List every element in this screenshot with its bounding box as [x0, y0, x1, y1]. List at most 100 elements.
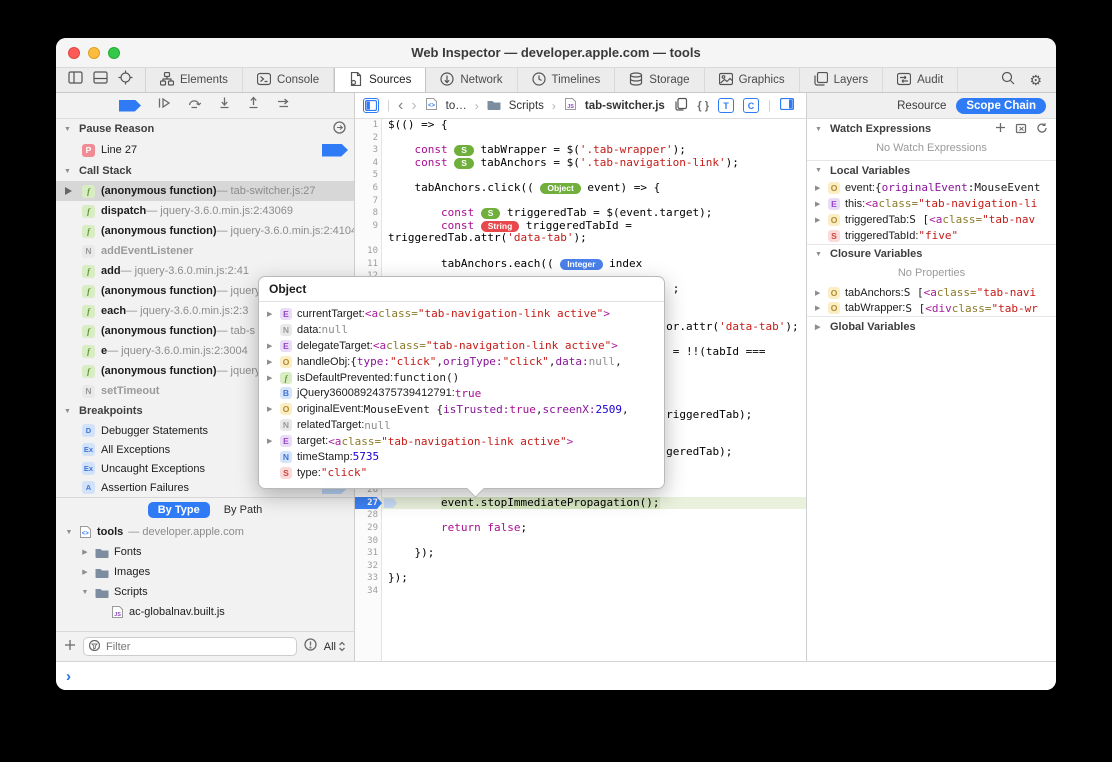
forward-button[interactable]: ›	[411, 97, 416, 114]
local-variable-row[interactable]: StriggeredTabId: "five"	[807, 228, 1056, 244]
code-line[interactable]: 31 });	[355, 547, 806, 560]
code-line[interactable]: 2	[355, 132, 806, 145]
code-line[interactable]: 10	[355, 245, 806, 258]
object-property-row[interactable]: Stype: "click"	[267, 465, 656, 481]
line-number[interactable]: 5	[355, 169, 382, 182]
object-property-row[interactable]: NrelatedTarget: null	[267, 417, 656, 433]
tab-console[interactable]: Console	[243, 68, 335, 92]
line-number[interactable]: 28	[355, 509, 382, 522]
disclosure-triangle-icon[interactable]: ▶	[267, 405, 280, 413]
local-variables-header[interactable]: ▼ Local Variables	[807, 160, 1056, 180]
breakpoint-flag-icon[interactable]	[322, 143, 348, 157]
disclosure-triangle-icon[interactable]: ▶	[815, 289, 828, 297]
object-property-row[interactable]: ▶ OhandleObj: {type: "click", origType: "…	[267, 354, 656, 370]
line-number[interactable]: 31	[355, 547, 382, 560]
line-number[interactable]: 34	[355, 585, 382, 598]
step-over-icon[interactable]	[187, 96, 202, 115]
breadcrumb-file[interactable]: tab-switcher.js	[585, 100, 665, 112]
tab-timelines[interactable]: Timelines	[518, 68, 616, 92]
tab-graphics[interactable]: Graphics	[705, 68, 800, 92]
resource-tree-item-tools[interactable]: ▼ <> tools — developer.apple.com	[56, 522, 354, 542]
step-out-icon[interactable]	[247, 96, 260, 115]
code-line[interactable]: 8 const S triggeredTab = $(event.target)…	[355, 207, 806, 220]
line-number[interactable]: 27	[355, 496, 382, 510]
disclosure-triangle-icon[interactable]: ▼	[80, 589, 90, 596]
closure-variable-row[interactable]: ▶ OtabWrapper: S [<div class= "tab-wr	[807, 300, 1056, 316]
local-variable-row[interactable]: ▶ Oevent: {originalEvent: MouseEvent	[807, 180, 1056, 196]
disclosure-triangle-icon[interactable]: ▶	[80, 548, 90, 556]
local-variable-row[interactable]: ▶ Ethis: <a class= "tab-navigation-li	[807, 196, 1056, 212]
tab-network[interactable]: Network	[426, 68, 518, 92]
object-property-row[interactable]: NtimeStamp: 5735	[267, 449, 656, 465]
disclosure-triangle-icon[interactable]: ▶	[815, 184, 828, 192]
resource-tree-item-images[interactable]: ▶ Images	[56, 562, 354, 582]
disclosure-triangle-icon[interactable]: ▶	[815, 304, 828, 312]
closure-variables-header[interactable]: ▼ Closure Variables	[807, 243, 1056, 264]
refresh-watch-icon[interactable]	[1036, 122, 1048, 137]
toggle-left-sidebar-icon[interactable]	[363, 98, 379, 113]
call-stack-header[interactable]: ▼ Call Stack	[56, 161, 354, 181]
code-line[interactable]: 7	[355, 195, 806, 208]
disclosure-triangle-icon[interactable]: ▼	[64, 529, 74, 536]
code-line[interactable]: 32	[355, 560, 806, 573]
tab-layers[interactable]: Layers	[800, 68, 884, 92]
pause-reason-row[interactable]: P Line 27	[56, 139, 354, 161]
watch-expressions-header[interactable]: ▼ Watch Expressions	[807, 119, 1056, 139]
dock-side-icon[interactable]	[68, 71, 83, 89]
code-line[interactable]: 30	[355, 535, 806, 548]
by-path-button[interactable]: By Path	[224, 504, 263, 516]
disclosure-triangle-icon[interactable]: ▶	[267, 342, 280, 350]
add-watch-icon[interactable]	[995, 122, 1006, 136]
code-line[interactable]: 4 const S tabAnchors = $('.tab-navigatio…	[355, 157, 806, 170]
object-property-row[interactable]: Ndata: null	[267, 322, 656, 338]
call-stack-frame[interactable]: NaddEventListener	[56, 241, 354, 261]
breadcrumb-page[interactable]: to…	[446, 100, 467, 112]
tab-scope-chain[interactable]: Scope Chain	[956, 97, 1046, 114]
settings-gear-icon[interactable]: ⚙	[1029, 73, 1042, 87]
object-property-row[interactable]: ▶ OoriginalEvent: MouseEvent {isTrusted: …	[267, 401, 656, 417]
tab-resource[interactable]: Resource	[897, 100, 946, 112]
error-filter-icon[interactable]	[304, 637, 317, 656]
disclosure-triangle-icon[interactable]: ▶	[815, 216, 828, 224]
line-number[interactable]: 4	[355, 157, 382, 170]
code-line[interactable]: triggeredTab.attr('data-tab');	[355, 232, 806, 245]
code-line[interactable]: 5	[355, 169, 806, 182]
line-number[interactable]: 33	[355, 572, 382, 585]
pretty-print-icon[interactable]: { }	[697, 100, 709, 112]
step-into-icon[interactable]	[218, 96, 231, 115]
object-property-row[interactable]: BjQuery36008924375739412791: true	[267, 385, 656, 401]
object-property-row[interactable]: ▶ Etarget: <a class= "tab-navigation-link …	[267, 433, 656, 449]
line-number[interactable]: 29	[355, 522, 382, 535]
code-line[interactable]: 28	[355, 509, 806, 522]
object-property-row[interactable]: ▶ EcurrentTarget: <a class= "tab-navigatio…	[267, 306, 656, 322]
call-stack-frame[interactable]: f (anonymous function) — tab-switcher.js:…	[56, 181, 354, 201]
closure-variable-row[interactable]: ▶ OtabAnchors: S [<a class= "tab-navi	[807, 285, 1056, 301]
type-profiler-icon[interactable]: T	[718, 98, 734, 113]
code-line[interactable]: 3 const S tabWrapper = $('.tab-wrapper')…	[355, 144, 806, 157]
code-line[interactable]: 9 const String triggeredTabId =	[355, 220, 806, 233]
disclosure-triangle-icon[interactable]: ▶	[267, 437, 280, 445]
continue-button[interactable]	[119, 99, 141, 112]
pause-reason-header[interactable]: ▼ Pause Reason	[56, 119, 354, 139]
line-number[interactable]	[355, 232, 382, 245]
line-number[interactable]: 30	[355, 535, 382, 548]
line-number[interactable]: 7	[355, 195, 382, 208]
code-line[interactable]: 29 return false;	[355, 522, 806, 535]
step-expression-icon[interactable]	[157, 96, 171, 115]
call-stack-frame[interactable]: f (anonymous function) — jquery-3.6.0.min…	[56, 221, 354, 241]
disclosure-triangle-icon[interactable]: ▶	[80, 568, 90, 576]
line-number[interactable]: 8	[355, 207, 382, 220]
line-number[interactable]: 6	[355, 182, 382, 195]
filter-field[interactable]	[83, 637, 297, 656]
breadcrumb-folder[interactable]: Scripts	[509, 100, 544, 112]
global-variables-header[interactable]: ▶ Global Variables	[807, 316, 1056, 336]
disclosure-triangle-icon[interactable]: ▶	[815, 200, 828, 208]
code-line[interactable]: 1 $(() => {	[355, 119, 806, 132]
copy-icon[interactable]	[674, 97, 688, 114]
line-number[interactable]: 1	[355, 119, 382, 132]
tab-storage[interactable]: Storage	[615, 68, 705, 92]
line-number[interactable]: 11	[355, 258, 382, 271]
object-property-row[interactable]: ▶ EdelegateTarget: <a class= "tab-navigati…	[267, 338, 656, 354]
call-stack-frame[interactable]: f dispatch — jquery-3.6.0.min.js:2:43069	[56, 201, 354, 221]
code-line[interactable]: 33});	[355, 572, 806, 585]
